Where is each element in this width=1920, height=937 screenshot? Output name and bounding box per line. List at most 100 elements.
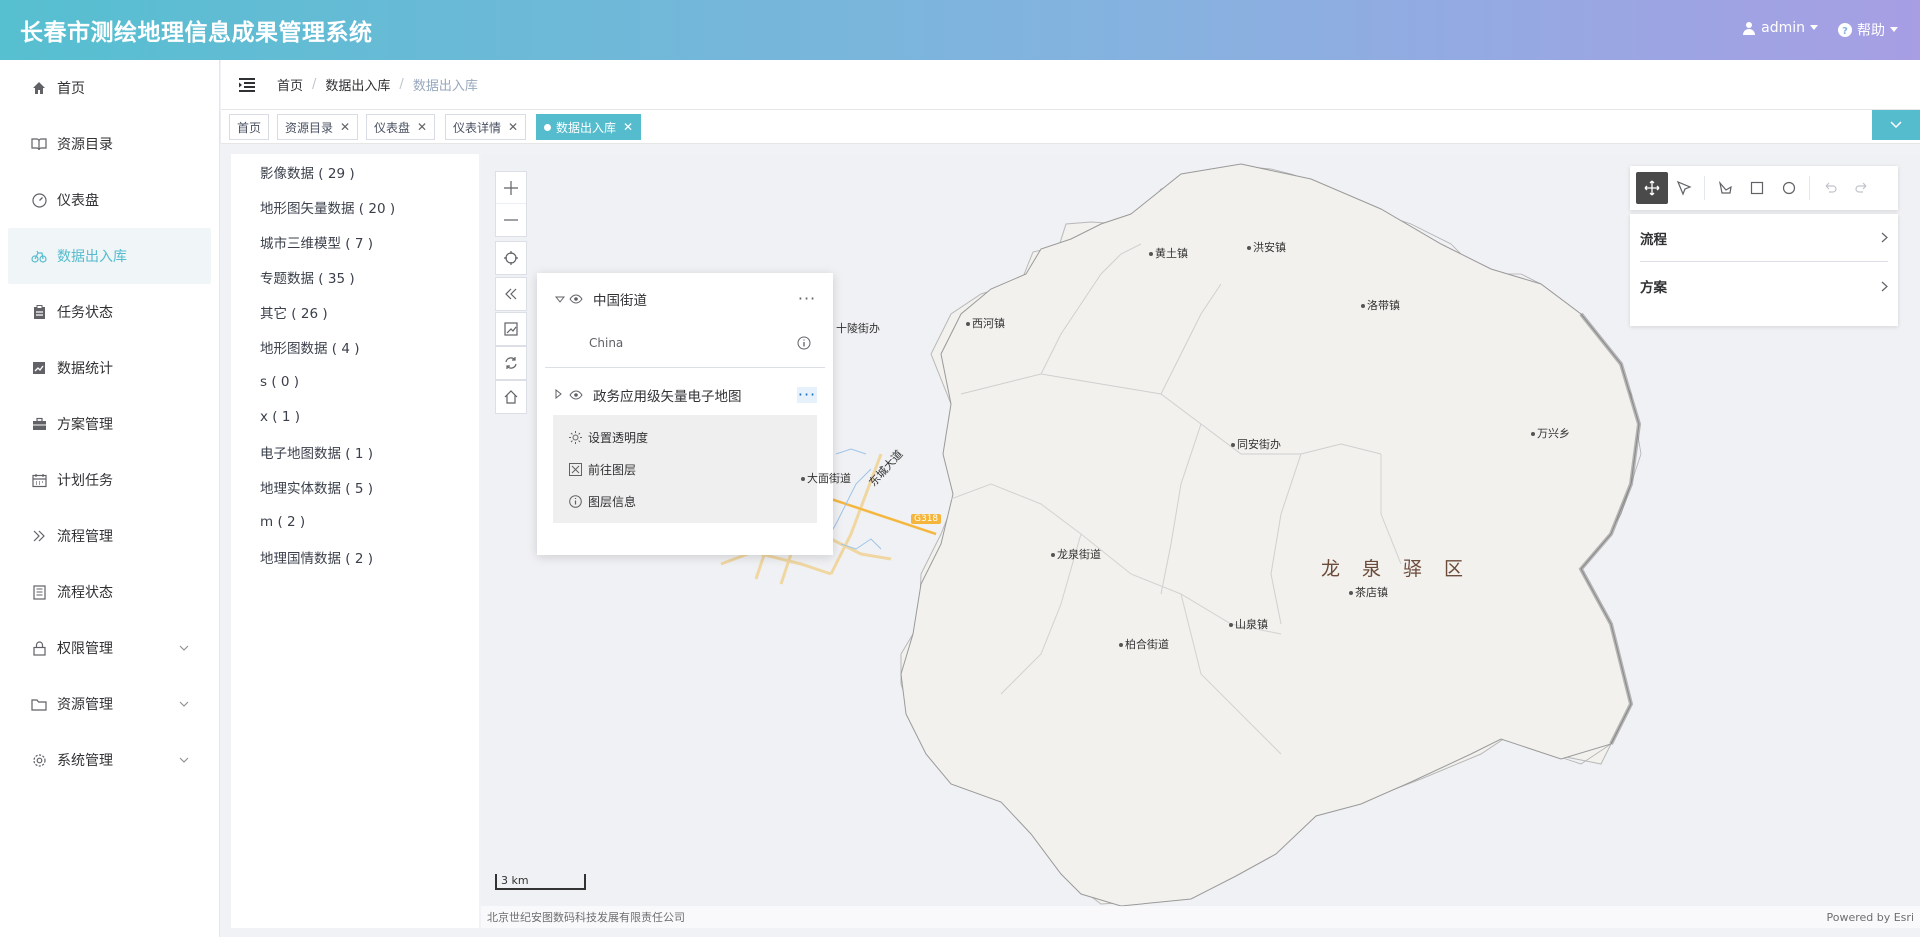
tag-data-io[interactable]: 数据出入库 ✕ [536, 114, 642, 140]
more-icon[interactable]: ··· [797, 387, 817, 403]
breadcrumb-item[interactable]: 数据出入库 [325, 75, 390, 94]
tag-dashboard[interactable]: 仪表盘 ✕ [366, 114, 436, 140]
tree-item[interactable]: m ( 2 ) [231, 504, 479, 539]
tree-item[interactable]: 地形图数据 ( 4 ) [231, 329, 479, 364]
main-content: 影像数据 ( 29 ) 地形图矢量数据 ( 20 ) 城市三维模型 ( 7 ) … [221, 144, 1920, 937]
sidebar-item-home[interactable]: 首页 [0, 60, 219, 116]
close-icon[interactable]: ✕ [340, 120, 350, 134]
more-icon[interactable]: ··· [797, 291, 817, 307]
rectangle-icon[interactable] [1741, 172, 1773, 204]
sidebar-item-resource-management[interactable]: 资源管理 [0, 676, 219, 732]
sidebar-item-resource-catalog[interactable]: 资源目录 [0, 116, 219, 172]
set-opacity-item[interactable]: 设置透明度 [553, 421, 817, 453]
book-icon [30, 135, 48, 153]
sidebar-item-process-status[interactable]: 流程状态 [0, 564, 219, 620]
attribution-powered-by[interactable]: Powered by Esri [1826, 911, 1914, 924]
undo-icon[interactable] [1814, 172, 1846, 204]
layer-info-item[interactable]: 图层信息 [553, 485, 817, 517]
help-menu[interactable]: ? 帮助 [1838, 20, 1898, 40]
menu-toggle-icon[interactable] [239, 76, 257, 94]
tree-item[interactable]: 电子地图数据 ( 1 ) [231, 434, 479, 469]
double-left-icon[interactable] [496, 278, 526, 310]
home-icon[interactable] [496, 381, 526, 413]
process-row[interactable]: 流程 [1640, 214, 1888, 262]
road-badge: G318 [911, 514, 942, 524]
tree-item[interactable]: 地理实体数据 ( 5 ) [231, 469, 479, 504]
sun-icon [569, 430, 582, 444]
close-icon[interactable]: ✕ [623, 120, 633, 134]
tree-item[interactable]: x ( 1 ) [231, 399, 479, 434]
sidebar-item-label: 数据统计 [57, 361, 113, 377]
collapse-triangle-icon[interactable] [554, 291, 566, 307]
locate-icon[interactable] [496, 242, 526, 274]
svg-text:?: ? [1842, 26, 1848, 37]
zoom-out-button[interactable] [496, 204, 526, 236]
user-icon [1743, 22, 1756, 35]
tree-item[interactable]: 地形图矢量数据 ( 20 ) [231, 189, 479, 224]
chart-icon [30, 359, 48, 377]
map-view[interactable]: 中国街道 ··· China 政务应用级矢量电子地图 ··· 设置透明度 前往图… [481, 154, 1920, 928]
refresh-icon[interactable] [496, 347, 526, 379]
sidebar: 首页 资源目录 仪表盘 数据出入库 任务状态 数据统计 方案管理 计划任务 流程… [0, 60, 220, 937]
tag-resource-catalog[interactable]: 资源目录 ✕ [277, 114, 359, 140]
zoom-to-extent-icon [569, 462, 582, 476]
map-tool-home [495, 380, 527, 414]
polygon-icon[interactable] [1709, 172, 1741, 204]
sidebar-item-permission-management[interactable]: 权限管理 [0, 620, 219, 676]
breadcrumb-item[interactable]: 首页 [277, 75, 303, 94]
sidebar-item-process-management[interactable]: 流程管理 [0, 508, 219, 564]
panel-row-label: 方案 [1640, 280, 1667, 296]
tree-item[interactable]: 地理国情数据 ( 2 ) [231, 539, 479, 574]
sidebar-item-system-management[interactable]: 系统管理 [0, 732, 219, 788]
map-place-label: 万兴乡 [1531, 425, 1570, 441]
sidebar-item-data-stats[interactable]: 数据统计 [0, 340, 219, 396]
calendar-icon [30, 471, 48, 489]
map-place-label: 西河镇 [966, 315, 1005, 331]
help-label: 帮助 [1857, 23, 1885, 39]
tag-label: 资源目录 [285, 120, 334, 135]
eye-icon[interactable] [569, 294, 583, 304]
user-menu[interactable]: admin [1742, 20, 1818, 36]
tree-item[interactable]: 城市三维模型 ( 7 ) [231, 224, 479, 259]
info-icon[interactable] [797, 336, 811, 353]
pan-icon[interactable] [1636, 172, 1668, 204]
tree-item[interactable]: s ( 0 ) [231, 364, 479, 399]
app-title: 长春市测绘地理信息成果管理系统 [20, 20, 373, 46]
select-pointer-icon[interactable] [1668, 172, 1700, 204]
layer-name: 政务应用级矢量电子地图 [593, 389, 742, 405]
layer-item: 政务应用级矢量电子地图 ··· 设置透明度 前往图层 图层信息 [545, 375, 825, 531]
caret-down-icon [1810, 25, 1818, 30]
expand-triangle-icon[interactable] [555, 387, 565, 403]
measure-icon[interactable] [496, 313, 526, 345]
tree-item[interactable]: 其它 ( 26 ) [231, 294, 479, 329]
tag-home[interactable]: 首页 [229, 114, 270, 140]
map-attribution: 北京世纪安图数码科技发展有限责任公司 Powered by Esri [481, 906, 1920, 928]
eye-icon[interactable] [569, 390, 583, 400]
sidebar-item-scheduled-tasks[interactable]: 计划任务 [0, 452, 219, 508]
sidebar-item-dashboard[interactable]: 仪表盘 [0, 172, 219, 228]
redo-icon[interactable] [1846, 172, 1878, 204]
tag-label: 仪表盘 [374, 120, 411, 135]
close-icon[interactable]: ✕ [417, 120, 427, 134]
circle-icon[interactable] [1773, 172, 1805, 204]
plan-row[interactable]: 方案 [1640, 262, 1888, 310]
close-icon[interactable]: ✕ [508, 120, 518, 134]
app-header: 长春市测绘地理信息成果管理系统 admin ? 帮助 [0, 0, 1920, 60]
map-tool-refresh [495, 346, 527, 380]
sublayer-name: China [589, 336, 624, 350]
tag-dashboard-detail[interactable]: 仪表详情 ✕ [445, 114, 527, 140]
map-place-label: 黄土镇 [1149, 245, 1188, 261]
tag-label: 首页 [237, 120, 262, 135]
chevron-down-icon [1890, 121, 1902, 129]
sidebar-item-label: 方案管理 [57, 417, 113, 433]
map-zoom-tools [495, 171, 527, 237]
tag-label: 仪表详情 [453, 120, 502, 135]
tags-dropdown-button[interactable] [1872, 110, 1920, 140]
sidebar-item-task-status[interactable]: 任务状态 [0, 284, 219, 340]
zoom-in-button[interactable] [496, 172, 526, 204]
go-to-layer-item[interactable]: 前往图层 [553, 453, 817, 485]
tree-item[interactable]: 影像数据 ( 29 ) [231, 154, 479, 189]
sidebar-item-data-io[interactable]: 数据出入库 [8, 228, 211, 284]
tree-item[interactable]: 专题数据 ( 35 ) [231, 259, 479, 294]
sidebar-item-plan-management[interactable]: 方案管理 [0, 396, 219, 452]
